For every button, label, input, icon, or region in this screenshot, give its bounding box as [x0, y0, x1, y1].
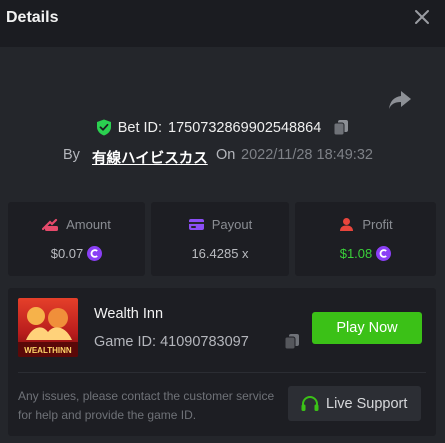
divider [18, 372, 426, 373]
stat-payout: Payout 16.4285 x [151, 202, 289, 276]
headset-icon [301, 395, 319, 411]
copy-icon[interactable] [284, 333, 300, 350]
by-label: By [63, 147, 80, 163]
username-link[interactable]: 有線ハイビスカス [92, 147, 208, 168]
copy-icon[interactable] [333, 119, 349, 136]
stat-value: 16.4285 x [191, 246, 249, 261]
stat-label: Amount [66, 217, 111, 232]
share-icon[interactable] [388, 89, 412, 111]
game-thumbnail[interactable]: WEALTHINN [18, 298, 78, 357]
bet-id-value: 1750732869902548864 [168, 119, 322, 136]
coin-icon [87, 246, 103, 261]
close-icon[interactable] [413, 8, 431, 26]
shield-check-icon [96, 119, 111, 136]
bet-amount-icon [42, 218, 59, 231]
stat-amount: Amount $0.07 [8, 202, 145, 276]
profit-icon [340, 218, 354, 231]
live-support-label: Live Support [326, 395, 408, 412]
stat-profit: Profit $1.08 [295, 202, 436, 276]
support-note: Any issues, please contact the customer … [18, 389, 275, 422]
modal-header: Details [0, 0, 445, 47]
payout-card-icon [188, 219, 204, 230]
bet-id-row: Bet ID: 1750732869902548864 [0, 119, 445, 139]
game-card: WEALTHINN Wealth Inn Game ID: 4109078309… [8, 288, 436, 436]
stat-label: Profit [362, 217, 393, 232]
stat-value: $1.08 [339, 246, 373, 261]
bet-details-panel: Details Bet ID: 1750732869902548864 By 有… [0, 0, 445, 443]
game-id: Game ID: 41090783097 [94, 334, 249, 350]
live-support-button[interactable]: Live Support [288, 386, 421, 421]
bet-byline: By 有線ハイビスカス On 2022/11/28 18:49:32 [0, 145, 445, 168]
game-name: Wealth Inn [94, 306, 164, 322]
stat-value: $0.07 [50, 246, 84, 261]
bet-datetime: 2022/11/28 18:49:32 [241, 147, 373, 163]
coin-icon [376, 246, 392, 261]
bet-id-label: Bet ID: [117, 119, 163, 136]
play-now-button[interactable]: Play Now [312, 312, 422, 344]
stat-label: Payout [211, 217, 253, 232]
modal-title: Details [6, 9, 59, 26]
thumb-logo-text: WEALTHINN [24, 346, 72, 355]
on-label: On [216, 147, 236, 163]
